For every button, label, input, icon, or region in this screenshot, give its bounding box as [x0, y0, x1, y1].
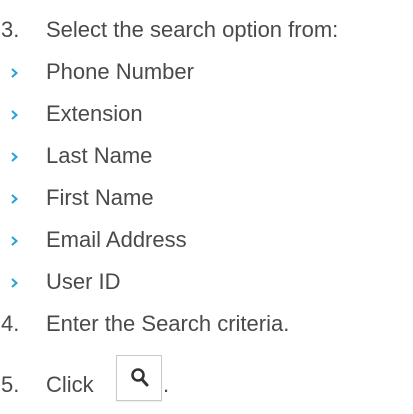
chevron-right-icon [10, 278, 19, 288]
magnifier-icon [131, 368, 149, 387]
list-item-label: Last Name [46, 143, 153, 168]
chevron-right-icon [10, 236, 19, 246]
step-text: Enter the Search criteria. [46, 311, 290, 336]
step-text: Click [46, 372, 94, 397]
search-button[interactable] [116, 355, 162, 401]
step-number: 5. [1, 372, 20, 397]
step-text: Select the search option from: [46, 17, 339, 42]
list-item-label: User ID [46, 269, 121, 294]
chevron-right-icon [10, 68, 19, 78]
chevron-right-icon [10, 194, 19, 204]
step-number: 3. [1, 17, 20, 42]
list-item-label: First Name [46, 185, 154, 210]
chevron-right-icon [10, 110, 19, 120]
list-item-label: Email Address [46, 227, 187, 252]
chevron-right-icon [10, 152, 19, 162]
step-number: 4. [1, 311, 20, 336]
list-item-label: Extension [46, 101, 143, 126]
step-5-period: . [163, 372, 170, 397]
list-item-label: Phone Number [46, 59, 194, 84]
